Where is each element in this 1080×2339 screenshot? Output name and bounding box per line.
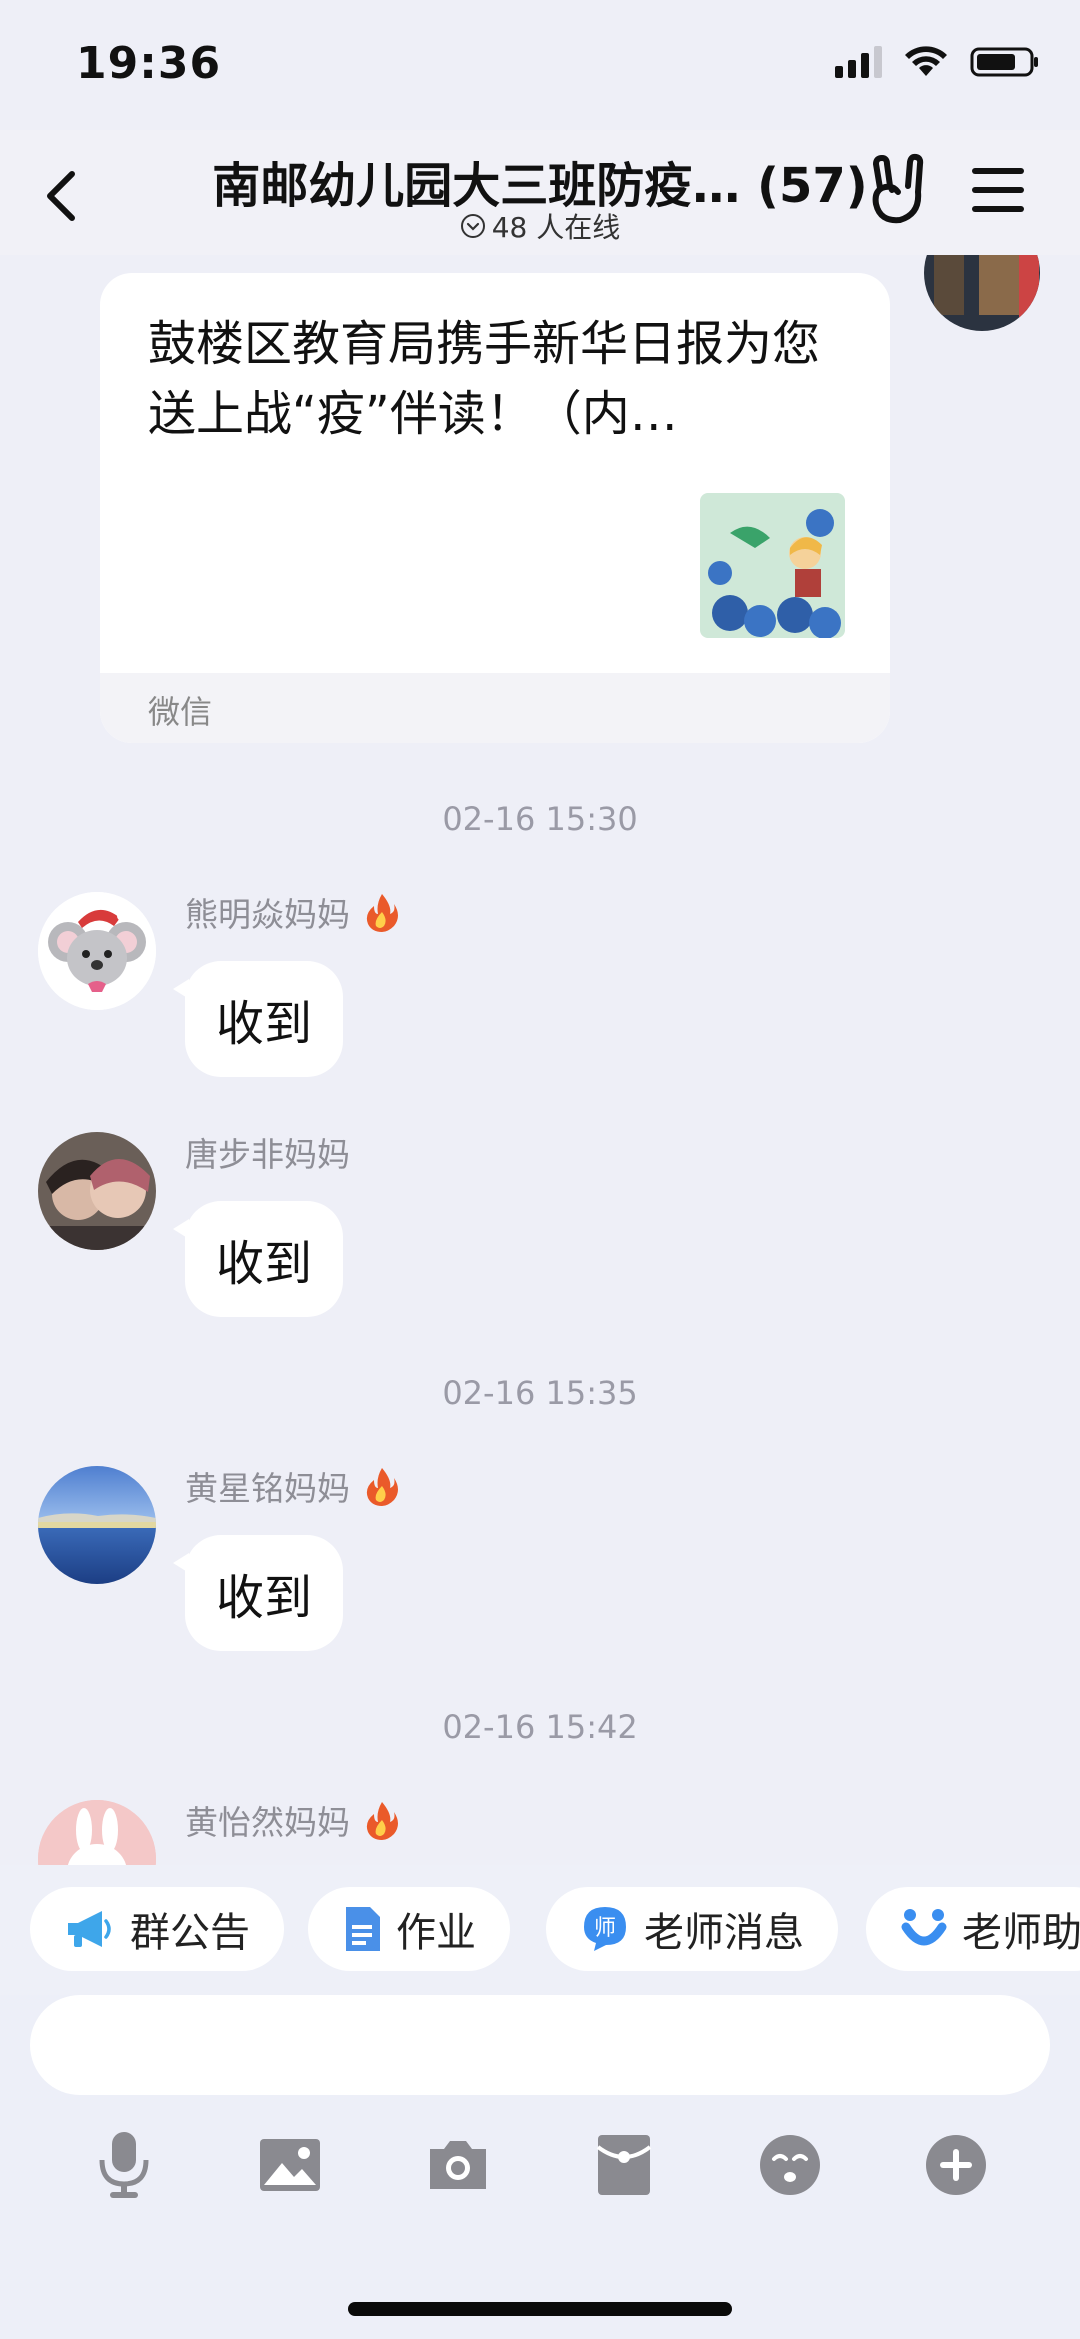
image-icon[interactable] [250,2125,330,2205]
status-icons [835,46,1040,78]
input-area [0,1995,1080,2339]
status-bar: 19:36 [0,0,1080,130]
timestamp: 02-16 15:42 [442,1708,638,1746]
wifi-icon [904,46,948,78]
avatar[interactable] [38,1132,156,1250]
homework-button[interactable]: 作业 [308,1887,510,1971]
megaphone-icon [68,1911,111,1947]
chip-label: 老师消息 [644,1910,804,1956]
chip-label: 群公告 [130,1910,250,1956]
camera-icon[interactable] [418,2125,498,2205]
timestamp: 02-16 15:30 [442,800,638,838]
nav-bar: 南邮幼儿园大三班防疫… (57) 48 人在线 [0,130,1080,255]
chat-area[interactable]: 鼓楼区教育局携手新华日报为您送上战“疫”伴读！（内… 微信 02-16 15:3… [0,255,1080,1865]
avatar[interactable] [38,892,156,1010]
link-card-title: 鼓楼区教育局携手新华日报为您送上战“疫”伴读！（内… [148,316,821,442]
input-toolbar [0,2125,1080,2225]
menu-icon[interactable] [968,160,1028,220]
home-indicator[interactable] [348,2302,732,2316]
announcement-button[interactable]: 群公告 [30,1887,284,1971]
quick-action-bar: 群公告 作业 师 老师消息 老师助 [0,1865,1080,1995]
sender-label: 黄怡然妈妈 [185,1803,350,1842]
sender-name: 熊明焱妈妈 [185,888,400,936]
fire-icon [366,1802,398,1840]
avatar[interactable] [38,1466,156,1584]
plus-icon[interactable] [916,2125,996,2205]
microphone-icon[interactable] [84,2125,164,2205]
avatar[interactable] [924,255,1040,331]
teacher-icon: 师 [584,1907,626,1951]
back-button[interactable] [36,160,96,230]
online-status: 48 人在线 [140,206,940,246]
red-packet-icon[interactable] [584,2125,664,2205]
timestamp: 02-16 15:35 [442,1374,638,1412]
avatar[interactable] [38,1800,156,1865]
message-bubble[interactable]: 收到 [173,1535,343,1651]
message-input[interactable] [30,1995,1050,2095]
fire-icon [366,1468,398,1506]
teacher-message-button[interactable]: 师 老师消息 [546,1887,838,1971]
battery-icon [970,46,1040,78]
sender-name: 黄星铭妈妈 [185,1462,400,1510]
sender-label: 黄星铭妈妈 [185,1469,350,1508]
message-bubble[interactable]: 收到 [173,961,343,1077]
link-card-footer: 微信 [100,673,890,743]
link-card-source: 微信 [148,693,213,731]
emoji-icon[interactable] [750,2125,830,2205]
online-count: 48 人在线 [491,211,621,244]
rock-hand-icon[interactable] [866,152,932,230]
sender-label: 唐步非妈妈 [185,1135,350,1174]
chip-label: 老师助 [962,1910,1080,1956]
svg-text:师: 师 [594,1916,616,1941]
link-card-thumbnail [700,493,845,638]
sender-name: 黄怡然妈妈 [185,1796,400,1844]
teacher-assistant-button[interactable]: 老师助 [866,1887,1080,1971]
signal-icon [835,46,882,78]
sender-label: 熊明焱妈妈 [185,895,350,934]
message-bubble[interactable]: 收到 [173,1201,343,1317]
fire-icon [366,894,398,932]
document-icon [346,1907,380,1951]
chip-label: 作业 [396,1910,476,1956]
sender-name: 唐步非妈妈 [185,1128,350,1176]
chevron-circle-icon [460,214,485,238]
link-card[interactable]: 鼓楼区教育局携手新华日报为您送上战“疫”伴读！（内… 微信 [100,273,890,743]
smile-icon [901,1909,947,1946]
status-time: 19:36 [76,38,222,89]
